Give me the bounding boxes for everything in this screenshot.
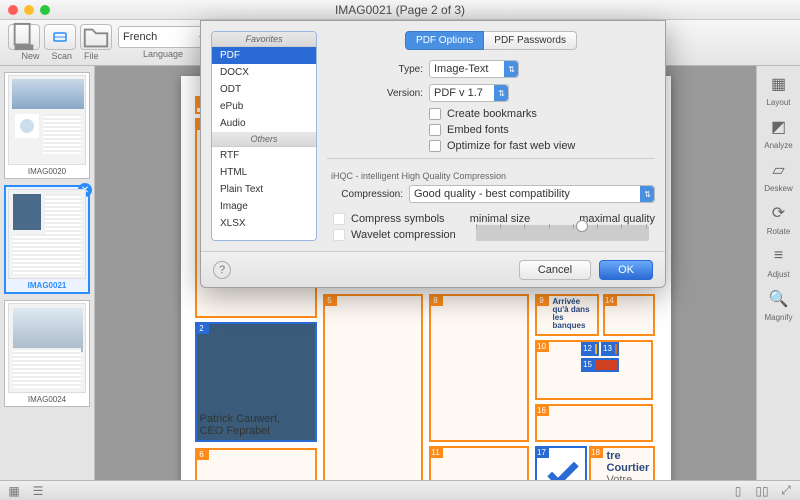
view-list-icon[interactable]: ☰ xyxy=(30,483,46,499)
adjust-icon: ≡ xyxy=(765,244,793,268)
updown-icon: ⇅ xyxy=(498,89,505,98)
format-item-audio[interactable]: Audio xyxy=(212,115,316,132)
tool-analyze[interactable]: ◩Analyze xyxy=(757,115,800,150)
wavelet-checkbox xyxy=(333,229,345,241)
thumbnail[interactable]: ✕ IMAG0021 xyxy=(4,185,90,294)
format-item-odt[interactable]: ODT xyxy=(212,81,316,98)
pdf-options-sheet: Favorites PDF DOCX ODT ePub Audio Others… xyxy=(200,20,666,288)
expand-icon[interactable]: ⤢ xyxy=(778,483,794,499)
status-bar: ▦ ☰ ▯ ▯▯ ⤢ xyxy=(0,480,800,500)
format-item-docx[interactable]: DOCX xyxy=(212,64,316,81)
tool-deskew[interactable]: ▱Deskew xyxy=(757,158,800,193)
window-title: IMAG0021 (Page 2 of 3) xyxy=(0,3,800,17)
updown-icon: ⇅ xyxy=(508,65,515,74)
tab-pdf-options[interactable]: PDF Options xyxy=(405,31,484,50)
ok-button[interactable]: OK xyxy=(599,260,653,280)
quality-slider[interactable] xyxy=(476,225,649,241)
tool-magnify[interactable]: 🔍Magnify xyxy=(757,287,800,322)
help-button[interactable]: ? xyxy=(213,261,231,279)
optimize-web-checkbox[interactable] xyxy=(429,140,441,152)
format-item-plain[interactable]: Plain Text xyxy=(212,181,316,198)
page-single-icon[interactable]: ▯ xyxy=(730,483,746,499)
layout-icon: ▦ xyxy=(765,72,793,96)
updown-icon: ⇅ xyxy=(644,190,651,199)
tools-sidebar: ▦Layout ◩Analyze ▱Deskew ⟳Rotate ≡Adjust… xyxy=(756,66,800,480)
thumbnail[interactable]: IMAG0020 xyxy=(4,72,90,179)
language-select[interactable]: French▾ xyxy=(118,26,208,48)
thumbnails-panel: IMAG0020 ✕ IMAG0021 IMAG0024 xyxy=(0,66,95,480)
embed-fonts-checkbox[interactable] xyxy=(429,124,441,136)
tool-rotate[interactable]: ⟳Rotate xyxy=(757,201,800,236)
cancel-button[interactable]: Cancel xyxy=(519,260,591,280)
titlebar: IMAG0021 (Page 2 of 3) xyxy=(0,0,800,20)
tool-layout[interactable]: ▦Layout xyxy=(757,72,800,107)
new-button[interactable] xyxy=(8,24,40,50)
compress-symbols-checkbox xyxy=(333,213,345,225)
format-item-pdf[interactable]: PDF xyxy=(212,47,316,64)
tool-adjust[interactable]: ≡Adjust xyxy=(757,244,800,279)
scan-button[interactable] xyxy=(44,24,76,50)
thumbnail[interactable]: IMAG0024 xyxy=(4,300,90,407)
format-item-xlsx[interactable]: XLSX xyxy=(212,215,316,232)
compression-select[interactable]: Good quality - best compatibility⇅ xyxy=(409,185,655,203)
deskew-icon: ▱ xyxy=(765,158,793,182)
tab-pdf-passwords[interactable]: PDF Passwords xyxy=(484,31,577,50)
bookmarks-checkbox[interactable] xyxy=(429,108,441,120)
options-panel: PDF Options PDF Passwords Type: Image-Te… xyxy=(327,31,655,241)
format-item-image[interactable]: Image xyxy=(212,198,316,215)
others-header: Others xyxy=(212,132,316,147)
file-button[interactable] xyxy=(80,24,112,50)
page-facing-icon[interactable]: ▯▯ xyxy=(754,483,770,499)
options-tabs: PDF Options PDF Passwords xyxy=(327,31,655,50)
magnify-icon: 🔍 xyxy=(765,287,793,311)
type-select[interactable]: Image-Text⇅ xyxy=(429,60,519,78)
format-item-rtf[interactable]: RTF xyxy=(212,147,316,164)
version-select[interactable]: PDF v 1.7⇅ xyxy=(429,84,509,102)
analyze-icon: ◩ xyxy=(765,115,793,139)
format-list: Favorites PDF DOCX ODT ePub Audio Others… xyxy=(211,31,317,241)
format-item-epub[interactable]: ePub xyxy=(212,98,316,115)
ihqc-label: iHQC - intelligent High Quality Compress… xyxy=(331,171,655,181)
format-item-html[interactable]: HTML xyxy=(212,164,316,181)
rotate-icon: ⟳ xyxy=(765,201,793,225)
slider-thumb[interactable] xyxy=(576,220,588,232)
view-grid-icon[interactable]: ▦ xyxy=(6,483,22,499)
favorites-header: Favorites xyxy=(212,32,316,47)
